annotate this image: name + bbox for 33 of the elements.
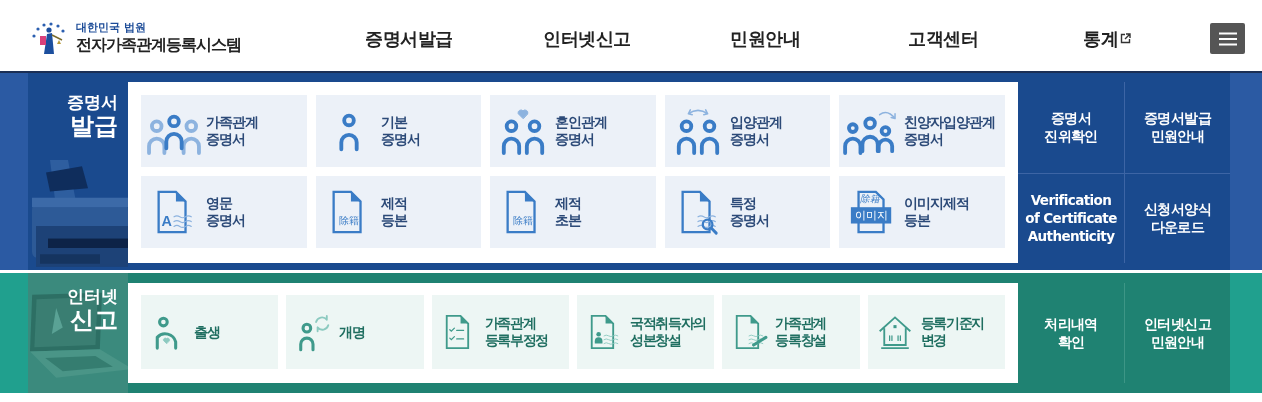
- nav-link[interactable]: 고객센터: [854, 26, 1032, 51]
- section-title: 발급: [70, 112, 118, 141]
- service-tile[interactable]: 가족관계 증명서: [141, 95, 307, 167]
- quick-link[interactable]: 증명서 진위확인: [1018, 82, 1124, 173]
- nav-link[interactable]: 통계: [1083, 26, 1118, 51]
- service-tile[interactable]: 가족관계 등록부정정: [431, 295, 569, 369]
- service-tile[interactable]: 출생: [141, 295, 279, 369]
- service-tile[interactable]: 가족관계 등록창설: [722, 295, 860, 369]
- nav-link[interactable]: 민원안내: [676, 26, 854, 51]
- section-subtitle: 증명서: [67, 93, 118, 113]
- service-tile[interactable]: 특정 증명서: [664, 176, 831, 248]
- service-tile[interactable]: 除籍 제적 등본: [315, 176, 482, 248]
- menu-icon: [1218, 31, 1237, 46]
- service-tile[interactable]: 除籍 이미지 이미지제적 등본: [839, 176, 1005, 248]
- section-subtitle: 인터넷: [67, 287, 118, 307]
- quick-link[interactable]: 처리내역 확인: [1018, 283, 1124, 383]
- logo-subtitle: 대한민국 법원: [76, 19, 147, 35]
- service-tile[interactable]: 개명: [286, 295, 424, 369]
- quick-link[interactable]: Verification of Certificate Authenticity: [1018, 172, 1124, 263]
- nav-link[interactable]: 인터넷신고: [498, 26, 676, 51]
- menu-button[interactable]: [1210, 23, 1245, 54]
- service-tile[interactable]: 등록기준지 변경: [867, 295, 1005, 369]
- service-tile[interactable]: 기본 증명서: [315, 95, 482, 167]
- service-tile[interactable]: 除籍 제적 초본: [490, 176, 656, 248]
- logo-title[interactable]: 전자가족관계등록시스템: [76, 34, 241, 56]
- service-tile[interactable]: A 영문 증명서: [141, 176, 307, 248]
- service-tile[interactable]: 입양관계 증명서: [664, 95, 831, 167]
- external-link-icon: [1120, 33, 1131, 44]
- service-tile[interactable]: 국적취득자의 성본창설: [577, 295, 715, 369]
- section-title: 신고: [70, 306, 118, 335]
- service-tile[interactable]: 친양자입양관계 증명서: [839, 95, 1005, 167]
- nav-link[interactable]: 증명서발급: [320, 26, 498, 51]
- service-tile[interactable]: 혼인관계 증명서: [490, 95, 656, 167]
